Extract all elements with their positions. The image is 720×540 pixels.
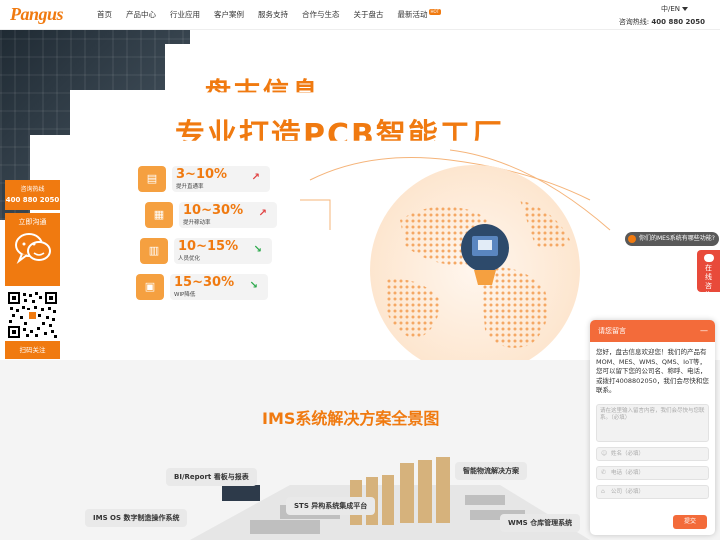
stat-label: 人员优化 bbox=[178, 256, 201, 262]
chat-bubbles-icon bbox=[14, 233, 51, 265]
stat-value: 3~10% bbox=[176, 167, 228, 182]
stat-item: ▦ 10~30% 提升稼动率 ↗ bbox=[145, 202, 295, 228]
chat-welcome-message: 您好，盘古信息欢迎您！我们的产品有MOM、MES、WMS、QMS、IoT等，您可… bbox=[596, 348, 709, 394]
stat-label: WIP降低 bbox=[174, 292, 196, 298]
main-nav: 首页 产品中心 行业应用 客户案例 服务支持 合作与生态 关于盘古 最新活动 HO… bbox=[90, 0, 448, 30]
float-hotline[interactable]: 咨询热线 400 880 2050 bbox=[5, 180, 60, 210]
nav-item-events-label: 最新活动 bbox=[397, 10, 428, 19]
avatar-icon bbox=[628, 235, 636, 243]
name-field[interactable]: ☺ 姓名（必填） bbox=[596, 446, 709, 461]
tag-ims-os[interactable]: IMS OS 数字制造操作系统 bbox=[85, 509, 188, 527]
message-textarea[interactable]: 请在这里输入留言内容，我们会尽快与您联系。（必填） bbox=[596, 403, 709, 442]
globe-illustration bbox=[300, 149, 611, 360]
trend-down-icon: ↘ bbox=[253, 244, 262, 255]
minimize-icon[interactable]: — bbox=[700, 320, 708, 342]
language-switch[interactable]: 中/EN bbox=[661, 4, 688, 14]
chat-prompt-bubble[interactable]: 你们的MES系统有哪些功能? bbox=[625, 232, 719, 246]
company-field[interactable]: ⌂ 公司（必填） bbox=[596, 484, 709, 499]
chat-header-title: 请您留言 bbox=[598, 327, 626, 335]
nav-item-products[interactable]: 产品中心 bbox=[119, 0, 163, 30]
stat-item: ▥ 10~15% 人员优化 ↘ bbox=[140, 238, 290, 264]
stat-item: ▣ 15~30% WIP降低 ↘ bbox=[136, 274, 286, 300]
stat-label: 提升稼动率 bbox=[183, 220, 211, 226]
nav-item-about[interactable]: 关于盘古 bbox=[347, 0, 391, 30]
chat-header: 请您留言 — bbox=[590, 320, 715, 342]
online-consult-button[interactable]: 在线咨询 bbox=[697, 250, 720, 299]
header-hotline: 咨询热线: 400 880 2050 bbox=[619, 17, 705, 27]
caret-down-icon bbox=[682, 7, 688, 11]
stat-value: 10~15% bbox=[178, 239, 239, 254]
stat-body: 3~10% 提升直通率 ↗ bbox=[172, 166, 270, 192]
bar-chart-icon: ▥ bbox=[140, 238, 168, 264]
site-header: Pangus 首页 产品中心 行业应用 客户案例 服务支持 合作与生态 关于盘古… bbox=[0, 0, 720, 30]
chat-widget: 请您留言 — 您好，盘古信息欢迎您！我们的产品有MOM、MES、WMS、QMS、… bbox=[590, 320, 715, 535]
tag-sts[interactable]: STS 异构系统集成平台 bbox=[286, 497, 376, 515]
stat-item: ▤ 3~10% 提升直通率 ↗ bbox=[138, 166, 288, 192]
nav-item-events[interactable]: 最新活动 HOT bbox=[391, 0, 449, 30]
trend-up-icon: ↗ bbox=[258, 208, 267, 219]
stat-body: 10~30% 提升稼动率 ↗ bbox=[179, 202, 277, 228]
name-placeholder: 姓名（必填） bbox=[611, 450, 645, 457]
online-consult-label: 在线咨询 bbox=[705, 264, 712, 299]
submit-button[interactable]: 提交 bbox=[673, 515, 707, 529]
layers-icon: ▤ bbox=[138, 166, 166, 192]
qr-code bbox=[5, 289, 60, 341]
tag-bi-report[interactable]: BI/Report 看板与报表 bbox=[166, 468, 257, 486]
chat-icon bbox=[703, 254, 714, 262]
nav-item-cases[interactable]: 客户案例 bbox=[207, 0, 251, 30]
document-icon: ▦ bbox=[145, 202, 173, 228]
stat-label: 提升直通率 bbox=[176, 184, 204, 190]
stat-body: 10~15% 人员优化 ↘ bbox=[174, 238, 272, 264]
language-label: 中/EN bbox=[660, 5, 680, 13]
nav-item-industries[interactable]: 行业应用 bbox=[163, 0, 207, 30]
nav-item-support[interactable]: 服务支持 bbox=[251, 0, 295, 30]
trend-down-icon: ↘ bbox=[249, 280, 258, 291]
phone-icon: ✆ bbox=[601, 468, 607, 476]
float-hotline-label: 咨询热线 bbox=[20, 186, 45, 193]
chat-prompt-text: 你们的MES系统有哪些功能? bbox=[639, 235, 715, 242]
hero-banner: 盘古信息 专业打造PCB智能工厂 ▤ 3~10% 提升直通率 bbox=[0, 30, 720, 360]
nav-item-partners[interactable]: 合作与生态 bbox=[295, 0, 347, 30]
left-contact-float: 咨询热线 400 880 2050 立即沟通 扫码关注 bbox=[5, 180, 60, 359]
stat-value: 10~30% bbox=[183, 203, 244, 218]
tag-logistics[interactable]: 智能物流解决方案 bbox=[455, 462, 527, 480]
float-chat-button[interactable]: 立即沟通 bbox=[5, 213, 60, 286]
hotline-label: 咨询热线: bbox=[618, 18, 650, 26]
nav-item-home[interactable]: 首页 bbox=[90, 0, 119, 30]
section-title: IMS系统解决方案全景图 bbox=[262, 409, 440, 428]
hotline-number: 400 880 2050 bbox=[651, 18, 705, 26]
monitor-icon: ▣ bbox=[136, 274, 164, 300]
stat-body: 15~30% WIP降低 ↘ bbox=[170, 274, 268, 300]
hot-badge: HOT bbox=[428, 9, 442, 15]
phone-field[interactable]: ✆ 电话（必填） bbox=[596, 465, 709, 480]
float-hotline-number: 400 880 2050 bbox=[5, 196, 60, 204]
company-placeholder: 公司（必填） bbox=[611, 488, 645, 495]
stat-value: 15~30% bbox=[174, 275, 235, 290]
tag-wms[interactable]: WMS 仓库管理系统 bbox=[500, 514, 581, 532]
trend-up-icon: ↗ bbox=[251, 172, 260, 183]
phone-placeholder: 电话（必填） bbox=[611, 469, 645, 476]
qr-code-label: 扫码关注 bbox=[5, 341, 60, 359]
user-icon: ☺ bbox=[601, 449, 608, 457]
logo[interactable]: Pangus bbox=[10, 4, 64, 25]
building-icon: ⌂ bbox=[601, 487, 605, 495]
float-chat-label: 立即沟通 bbox=[18, 218, 47, 226]
